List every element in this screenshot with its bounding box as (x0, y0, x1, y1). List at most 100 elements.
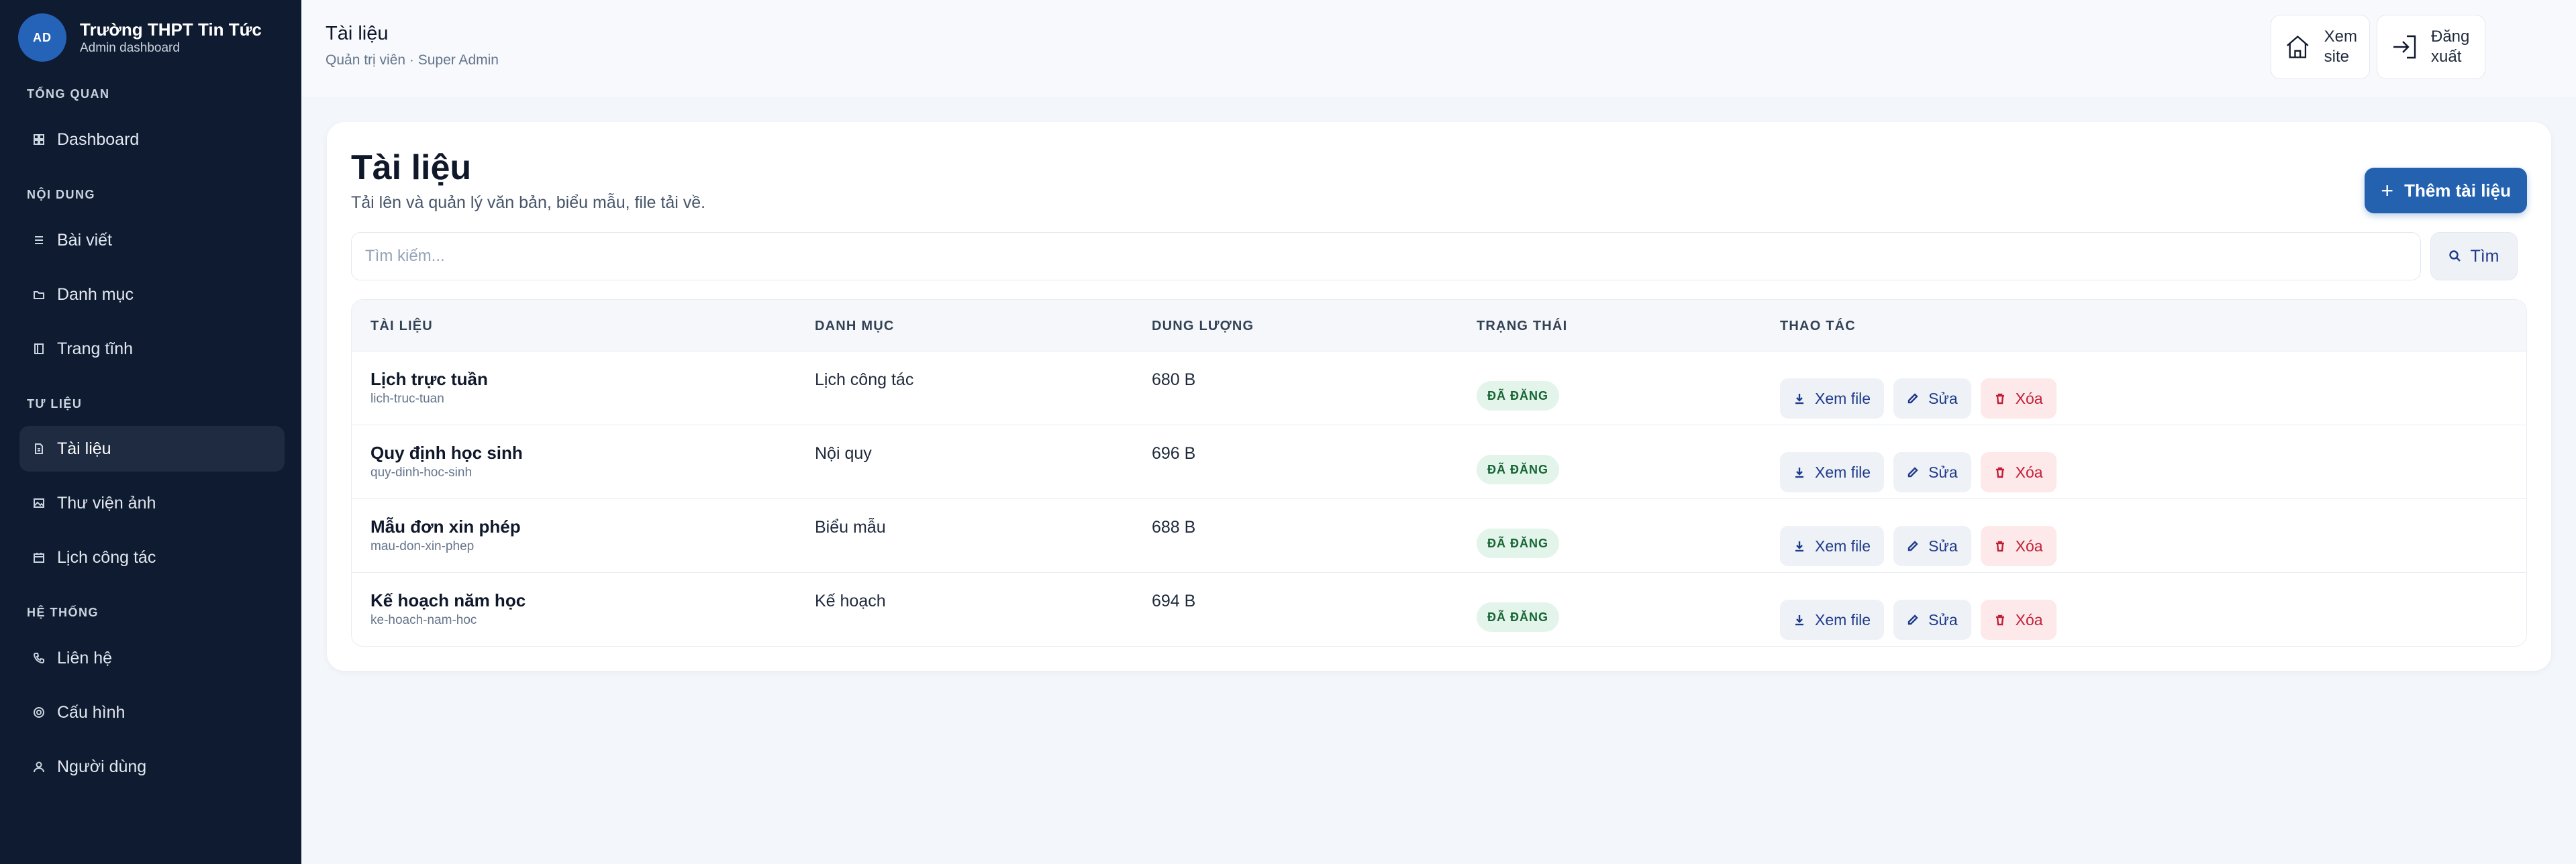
document-category: Nội quy (815, 444, 872, 463)
delete-label: Xóa (2015, 610, 2043, 629)
logout-label-2: xuất (2431, 48, 2462, 66)
section-label-overview: TỔNG QUAN (27, 87, 110, 101)
top-header: Tài liệu Quản trị viên · Super Admin Xem… (301, 0, 2576, 97)
sidebar-item-posts[interactable]: Bài viết (19, 217, 285, 263)
download-icon (1795, 394, 1803, 404)
image-icon (33, 497, 45, 509)
gear-icon (33, 706, 45, 718)
edit-button[interactable]: Sửa (1893, 452, 1971, 492)
view-site-label-1: Xem (2324, 28, 2357, 46)
delete-label: Xóa (2015, 537, 2043, 555)
sidebar-item-users[interactable]: Người dùng (19, 744, 285, 790)
document-slug: ke-hoach-nam-hoc (370, 613, 477, 627)
document-title: Mẫu đơn xin phép (370, 517, 521, 537)
status-badge: ĐÃ ĐĂNG (1477, 381, 1559, 411)
sidebar-item-contact[interactable]: Liên hệ (19, 635, 285, 681)
pencil-icon (1908, 467, 1918, 478)
delete-button[interactable]: Xóa (1980, 452, 2057, 492)
document-category: Biểu mẫu (815, 518, 886, 537)
brand-title: Trường THPT Tin Tức (80, 19, 262, 40)
document-size: 694 B (1152, 592, 1196, 610)
document-category: Lịch công tác (815, 370, 914, 389)
column-header-category[interactable]: DANH MỤC (815, 319, 894, 334)
sidebar-item-label: Liên hệ (57, 648, 113, 667)
table-row: Quy định học sinh quy-dinh-hoc-sinh Nội … (352, 425, 2526, 499)
sidebar-item-settings[interactable]: Cấu hình (19, 690, 285, 735)
document-icon (33, 443, 45, 455)
edit-button[interactable]: Sửa (1893, 600, 1971, 640)
column-header-status[interactable]: TRẠNG THÁI (1477, 319, 1567, 334)
view-file-button[interactable]: Xem file (1780, 378, 1885, 419)
search-button[interactable]: Tìm (2430, 232, 2518, 280)
sidebar-item-dashboard[interactable]: Dashboard (19, 117, 285, 162)
sidebar-item-label: Dashboard (57, 129, 140, 149)
document-title: Lịch trực tuần (370, 369, 488, 389)
sidebar-item-label: Lịch công tác (57, 547, 156, 567)
download-icon (1795, 541, 1803, 552)
document-slug: lich-truc-tuan (370, 392, 444, 406)
section-label-resources: TƯ LIỆU (27, 397, 83, 411)
sidebar-item-label: Người dùng (57, 757, 147, 776)
sidebar-item-schedule[interactable]: Lịch công tác (19, 535, 285, 580)
view-site-button[interactable]: Xem site (2271, 15, 2370, 79)
delete-label: Xóa (2015, 389, 2043, 407)
documents-card: Tài liệu Tải lên và quản lý văn bản, biể… (327, 122, 2551, 671)
logout-button[interactable]: Đăng xuất (2377, 15, 2485, 79)
sidebar-item-gallery[interactable]: Thư viện ảnh (19, 480, 285, 526)
column-header-document[interactable]: TÀI LIỆU (370, 319, 433, 334)
document-size: 680 B (1152, 370, 1196, 389)
edit-label: Sửa (1928, 610, 1958, 629)
documents-table: TÀI LIỆU DANH MỤC DUNG LƯỢNG TRẠNG THÁI … (351, 299, 2527, 647)
add-document-button[interactable]: + Thêm tài liệu (2365, 168, 2527, 213)
edit-button[interactable]: Sửa (1893, 526, 1971, 566)
view-file-button[interactable]: Xem file (1780, 452, 1885, 492)
search-button-label: Tìm (2470, 246, 2499, 266)
pencil-icon (1908, 393, 1918, 404)
column-header-size[interactable]: DUNG LƯỢNG (1152, 319, 1254, 334)
sidebar-item-documents[interactable]: Tài liệu (19, 426, 285, 472)
document-slug: mau-don-xin-phep (370, 539, 475, 553)
document-title: Kế hoạch năm học (370, 590, 526, 610)
search-input[interactable] (351, 232, 2421, 280)
view-file-label: Xem file (1815, 537, 1871, 555)
view-file-label: Xem file (1815, 610, 1871, 629)
document-title: Quy định học sinh (370, 443, 523, 463)
status-badge: ĐÃ ĐĂNG (1477, 602, 1559, 632)
delete-label: Xóa (2015, 463, 2043, 481)
table-row: Lịch trực tuần lich-truc-tuan Lịch công … (352, 352, 2526, 425)
sidebar-item-static-pages[interactable]: Trang tĩnh (19, 326, 285, 372)
list-icon (33, 234, 45, 246)
pencil-icon (1908, 541, 1918, 551)
logout-label-1: Đăng (2431, 28, 2470, 46)
delete-button[interactable]: Xóa (1980, 600, 2057, 640)
avatar: AD (18, 13, 66, 62)
view-file-button[interactable]: Xem file (1780, 600, 1885, 640)
logout-icon (2393, 35, 2416, 59)
trash-icon (1995, 467, 2004, 478)
edit-label: Sửa (1928, 463, 1958, 481)
sidebar-item-label: Thư viện ảnh (57, 493, 156, 512)
phone-icon (33, 652, 45, 664)
page-title: Tài liệu (326, 23, 389, 44)
plus-icon: + (2381, 178, 2394, 203)
edit-button[interactable]: Sửa (1893, 378, 1971, 419)
brand[interactable]: AD Trường THPT Tin Tức Admin dashboard (18, 13, 262, 62)
brand-subtitle: Admin dashboard (80, 41, 180, 55)
sidebar-item-label: Bài viết (57, 230, 112, 250)
sidebar-item-label: Cấu hình (57, 702, 126, 722)
view-file-button[interactable]: Xem file (1780, 526, 1885, 566)
download-icon (1795, 468, 1803, 478)
document-category: Kế hoạch (815, 592, 886, 610)
section-label-system: HỆ THỐNG (27, 606, 99, 619)
view-site-label-2: site (2324, 48, 2349, 66)
delete-button[interactable]: Xóa (1980, 378, 2057, 419)
add-document-label: Thêm tài liệu (2404, 180, 2511, 201)
table-header: TÀI LIỆU DANH MỤC DUNG LƯỢNG TRẠNG THÁI … (352, 300, 2526, 352)
delete-button[interactable]: Xóa (1980, 526, 2057, 566)
section-title: Tài liệu (351, 148, 472, 187)
sidebar-item-categories[interactable]: Danh mục (19, 272, 285, 317)
user-role: Quản trị viên · Super Admin (326, 52, 499, 68)
document-size: 688 B (1152, 518, 1196, 537)
sidebar-item-label: Trang tĩnh (57, 339, 134, 358)
page-icon (33, 343, 45, 355)
